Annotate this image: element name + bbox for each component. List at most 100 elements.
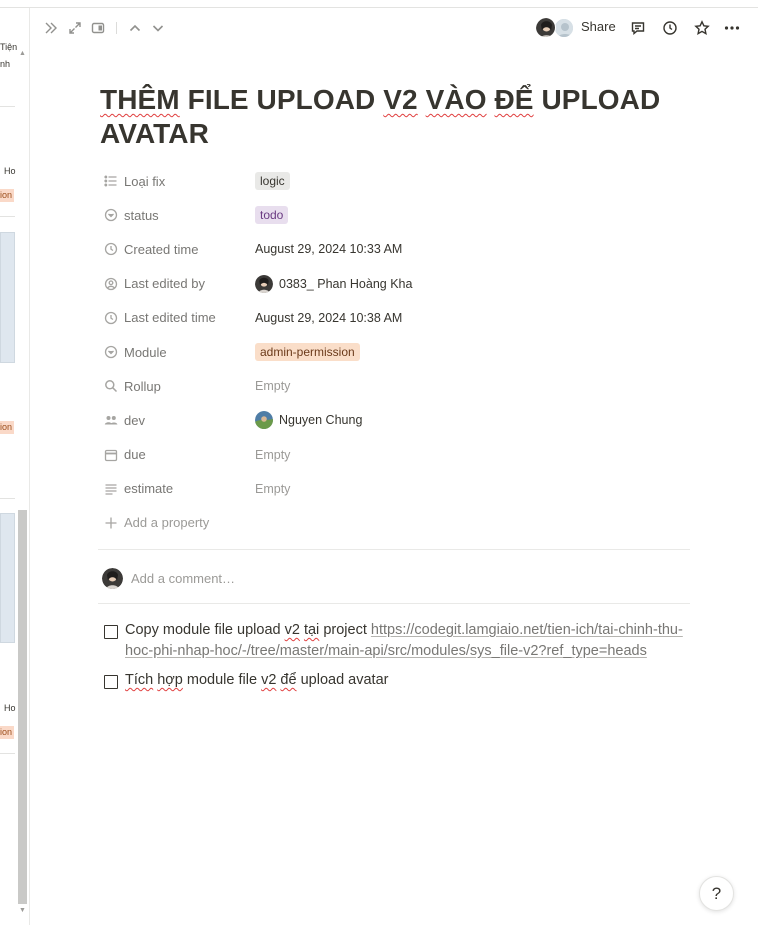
property-name: dev: [124, 412, 145, 428]
property-value: Empty: [255, 481, 291, 496]
property-name: Loại fix: [124, 173, 166, 189]
property-name: Last edited time: [124, 310, 216, 326]
status-badge[interactable]: todo: [255, 206, 289, 225]
collaborator-avatar[interactable]: [554, 18, 574, 38]
property-value: Empty: [255, 447, 291, 462]
scroll-up-arrow-icon[interactable]: ▲: [19, 50, 26, 57]
avatar: [255, 411, 273, 430]
board-snippet: Ho: [4, 703, 16, 713]
peek-toolbar: Share: [30, 8, 758, 48]
property-tag[interactable]: logic: [255, 172, 290, 191]
property-name: Last edited by: [124, 276, 205, 292]
text-run: Tích: [125, 672, 154, 688]
scrollbar-thumb[interactable]: [18, 510, 27, 904]
property-value: August 29, 2024 10:38 AM: [255, 310, 403, 325]
history-icon[interactable]: [662, 20, 678, 36]
text-lines-icon: [105, 484, 117, 495]
property-row-loai-fix[interactable]: Loại fix logic: [100, 164, 690, 198]
people-icon: [104, 416, 118, 425]
board-divider: [0, 216, 15, 217]
scroll-down-arrow-icon[interactable]: ▼: [19, 907, 26, 914]
property-row-estimate[interactable]: estimate Empty: [100, 472, 690, 506]
chevron-down-icon[interactable]: [150, 20, 166, 36]
property-value: August 29, 2024 10:33 AM: [255, 242, 403, 257]
todo-item[interactable]: Copy module file upload v2 tại project h…: [104, 620, 684, 662]
property-name: Created time: [124, 241, 199, 257]
person-icon: [104, 277, 118, 290]
text-run: v2: [284, 622, 300, 638]
select-icon: [104, 345, 118, 359]
text-run: tại: [303, 622, 320, 638]
todo-text[interactable]: Copy module file upload v2 tại project h…: [104, 620, 684, 662]
text-run: Copy module file upload: [125, 622, 285, 638]
add-property-button[interactable]: Add a property: [100, 506, 690, 540]
board-snippet: Ho: [4, 166, 16, 176]
plus-icon: [105, 517, 117, 529]
double-chevron-right-icon[interactable]: [43, 20, 59, 36]
toolbar-divider: [116, 22, 117, 34]
chevron-up-icon[interactable]: [127, 20, 143, 36]
property-name: status: [124, 207, 159, 223]
todo-checkbox[interactable]: [104, 675, 118, 689]
board-card-image: [0, 513, 15, 643]
title-part: FILE UPLOAD: [179, 84, 384, 115]
todo-checkbox[interactable]: [104, 625, 118, 639]
property-value: Nguyen Chung: [279, 413, 363, 428]
board-divider: [0, 753, 15, 754]
clock-icon: [104, 243, 118, 256]
title-part: [418, 84, 426, 115]
expand-icon[interactable]: [67, 20, 83, 36]
divider: [98, 549, 690, 550]
property-row-last-edited-time[interactable]: Last edited time August 29, 2024 10:38 A…: [100, 301, 690, 335]
property-name: estimate: [124, 481, 174, 497]
property-row-rollup[interactable]: Rollup Empty: [100, 369, 690, 403]
property-value: Empty: [255, 379, 291, 394]
comment-input[interactable]: Add a comment…: [131, 571, 235, 586]
text-run: upload avatar: [296, 672, 389, 688]
property-row-due[interactable]: due Empty: [100, 438, 690, 472]
board-snippet: nh: [0, 59, 11, 69]
divider: [98, 603, 690, 604]
list-icon: [104, 175, 117, 187]
title-part: THÊM: [100, 84, 180, 115]
board-divider: [0, 106, 15, 107]
comment-icon[interactable]: [630, 20, 646, 36]
property-list: Loại fix logic status todo Created time …: [100, 164, 690, 540]
property-row-module[interactable]: Module admin-permission: [100, 335, 690, 369]
property-row-last-edited-by[interactable]: Last edited by 0383_ Phan Hoàng Kha: [100, 267, 690, 301]
title-part: VÀO: [425, 84, 487, 115]
board-snippet: Tiện: [0, 42, 18, 52]
property-value: 0383_ Phan Hoàng Kha: [279, 276, 413, 291]
text-run: module file: [182, 672, 262, 688]
avatar: [255, 274, 273, 293]
window-top-border: [0, 0, 758, 8]
search-icon: [105, 380, 118, 393]
property-row-status[interactable]: status todo: [100, 198, 690, 232]
calendar-icon: [104, 449, 118, 461]
side-peek-icon[interactable]: [90, 20, 106, 36]
avatar: [102, 568, 123, 589]
comment-composer[interactable]: Add a comment…: [102, 568, 235, 589]
title-part: ĐỂ: [494, 84, 534, 115]
property-tag[interactable]: admin-permission: [255, 343, 360, 362]
board-tag: ion: [0, 421, 14, 434]
clock-icon: [104, 311, 118, 324]
property-name: Rollup: [124, 378, 161, 394]
property-row-created-time[interactable]: Created time August 29, 2024 10:33 AM: [100, 232, 690, 266]
board-tag: ion: [0, 726, 14, 739]
text-run: v2: [261, 672, 277, 688]
text-run: hợp: [157, 672, 183, 688]
share-button[interactable]: Share: [581, 19, 616, 34]
more-icon[interactable]: [724, 20, 740, 36]
board-divider: [0, 498, 15, 499]
user-avatar[interactable]: [535, 17, 556, 38]
page-title[interactable]: THÊM FILE UPLOAD V2 VÀO ĐỂ UPLOAD AVATAR: [100, 83, 700, 151]
property-row-dev[interactable]: dev Nguyen Chung: [100, 403, 690, 437]
select-icon: [104, 209, 118, 222]
help-button[interactable]: ?: [699, 876, 734, 911]
star-icon[interactable]: [694, 20, 710, 36]
todo-text[interactable]: Tích hợp module file v2 để upload avatar: [104, 670, 684, 691]
todo-item[interactable]: Tích hợp module file v2 để upload avatar: [104, 670, 684, 691]
board-card-image: [0, 232, 15, 363]
text-run: project: [319, 622, 371, 638]
